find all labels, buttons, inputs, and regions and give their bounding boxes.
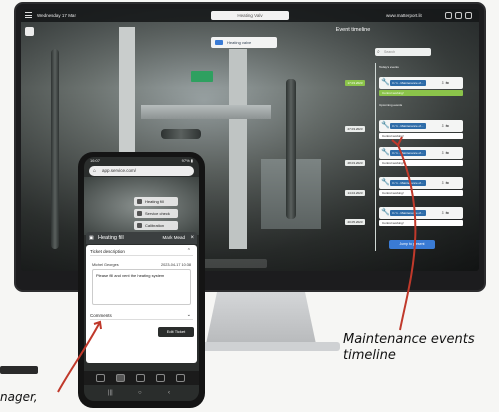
keyboard-edge: [0, 366, 38, 374]
annotation-timeline: Maintenance events timeline: [343, 332, 475, 363]
arrow-to-phone: [57, 321, 101, 393]
annotation-left: nager,: [0, 390, 38, 404]
arrowhead: [391, 136, 403, 147]
arrow-to-timeline: [397, 144, 417, 331]
marketing-illustration: Wednesday 17 Mar Heating Valv www.matter…: [0, 0, 499, 412]
